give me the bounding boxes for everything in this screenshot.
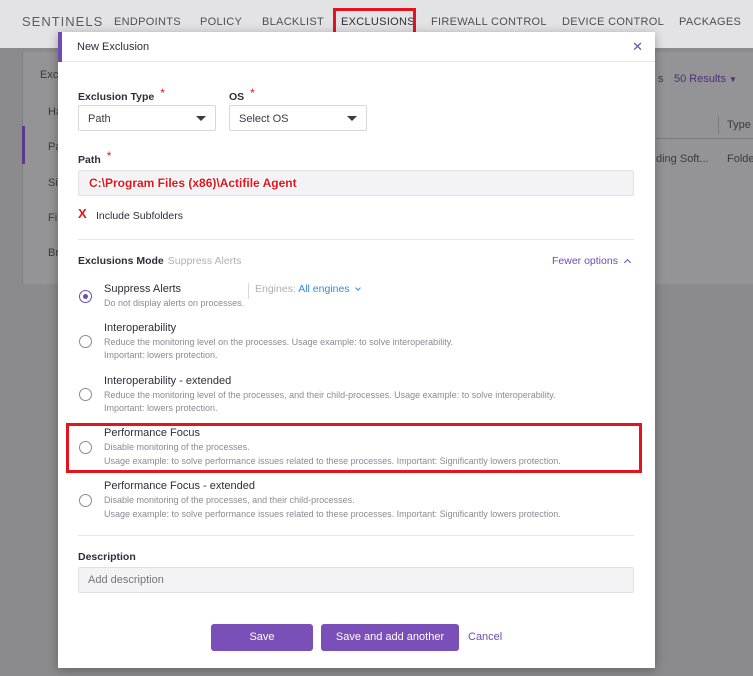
chevron-down-icon: [196, 116, 206, 121]
close-icon[interactable]: ✕: [632, 39, 643, 55]
option-desc-performance-focus-extended: Disable monitoring of the processes, and…: [104, 495, 355, 505]
divider: [78, 535, 634, 536]
exclusion-type-value: Path: [88, 113, 111, 125]
cancel-button[interactable]: Cancel: [468, 631, 502, 643]
description-label: Description: [78, 551, 136, 563]
background-column-type: Type: [727, 119, 751, 131]
radio-suppress-alerts[interactable]: [79, 290, 92, 303]
os-select[interactable]: Select OS: [229, 105, 367, 131]
path-value: C:\Program Files (x86)\Actifile Agent: [89, 176, 297, 190]
nav-endpoints[interactable]: ENDPOINTS: [114, 16, 181, 28]
option-desc-interoperability: Important: lowers protection.: [104, 350, 218, 360]
radio-performance-focus-extended[interactable]: [79, 494, 92, 507]
nav-firewall-control[interactable]: FIREWALL CONTROL: [431, 16, 547, 28]
exclusion-type-select[interactable]: Path: [78, 105, 216, 131]
background-fragment: s: [658, 73, 664, 85]
option-title-interoperability: Interoperability: [104, 322, 177, 334]
background-side-active-indicator: [22, 126, 25, 164]
engines-selector: Engines: All engines: [255, 283, 361, 295]
os-value: Select OS: [239, 113, 289, 125]
exclusion-type-label: Exclusion Type *: [78, 86, 165, 103]
nav-blacklist[interactable]: BLACKLIST: [262, 16, 324, 28]
option-desc-suppress-alerts: Do not display alerts on processes.: [104, 298, 245, 308]
os-label: OS *: [229, 86, 255, 103]
background-row-fragment: ding Soft...: [656, 153, 709, 165]
option-title-interoperability-extended: Interoperability - extended: [104, 375, 232, 387]
fewer-options-toggle[interactable]: Fewer options: [552, 255, 631, 267]
exclusions-mode-label: Exclusions Mode Suppress Alerts: [78, 255, 242, 267]
background-side-item: Si: [48, 177, 58, 189]
save-button[interactable]: Save: [211, 624, 313, 651]
background-side-item: Fi: [48, 212, 58, 224]
background-row-fragment: Folde: [727, 153, 753, 165]
nav-device-control[interactable]: DEVICE CONTROL: [562, 16, 664, 28]
description-input[interactable]: [78, 567, 634, 593]
option-title-performance-focus-extended: Performance Focus - extended: [104, 480, 256, 492]
option-desc-interoperability: Reduce the monitoring level on the proce…: [104, 337, 454, 347]
engines-dropdown[interactable]: All engines: [298, 283, 361, 295]
annotation-highlight-performance-focus: [66, 423, 642, 473]
chevron-down-icon: [347, 116, 357, 121]
divider: [78, 239, 634, 240]
save-and-add-another-button[interactable]: Save and add another: [321, 624, 459, 651]
background-row-line: [656, 138, 753, 139]
include-subfolders-label: Include Subfolders: [96, 210, 183, 222]
path-label: Path *: [78, 149, 112, 166]
radio-interoperability-extended[interactable]: [79, 388, 92, 401]
chevron-down-icon: [354, 285, 361, 291]
chevron-up-icon: [623, 258, 631, 267]
new-exclusion-modal: New Exclusion ✕ Exclusion Type * Path OS *…: [58, 32, 655, 668]
include-subfolders-checkbox[interactable]: X: [78, 206, 92, 223]
radio-interoperability[interactable]: [79, 335, 92, 348]
exclusions-mode-current: Suppress Alerts: [167, 255, 242, 267]
modal-header: New Exclusion ✕: [58, 32, 655, 62]
option-desc-interoperability-extended: Reduce the monitoring level of the proce…: [104, 390, 556, 400]
nav-packages[interactable]: PACKAGES: [679, 16, 741, 28]
background-column-separator: [718, 116, 719, 134]
nav-policy[interactable]: POLICY: [200, 16, 242, 28]
path-input[interactable]: C:\Program Files (x86)\Actifile Agent: [78, 170, 634, 196]
modal-accent-bar: [58, 32, 62, 62]
results-count-dropdown: 50 Results ▼: [674, 73, 737, 85]
option-title-suppress-alerts: Suppress Alerts: [104, 283, 182, 295]
brand-logo: SENTINELS: [22, 14, 104, 29]
engines-separator: [248, 283, 249, 299]
modal-title: New Exclusion: [77, 41, 150, 53]
option-desc-performance-focus-extended: Usage example: to solve performance issu…: [104, 509, 561, 519]
option-desc-interoperability-extended: Important: lowers protection.: [104, 403, 218, 413]
